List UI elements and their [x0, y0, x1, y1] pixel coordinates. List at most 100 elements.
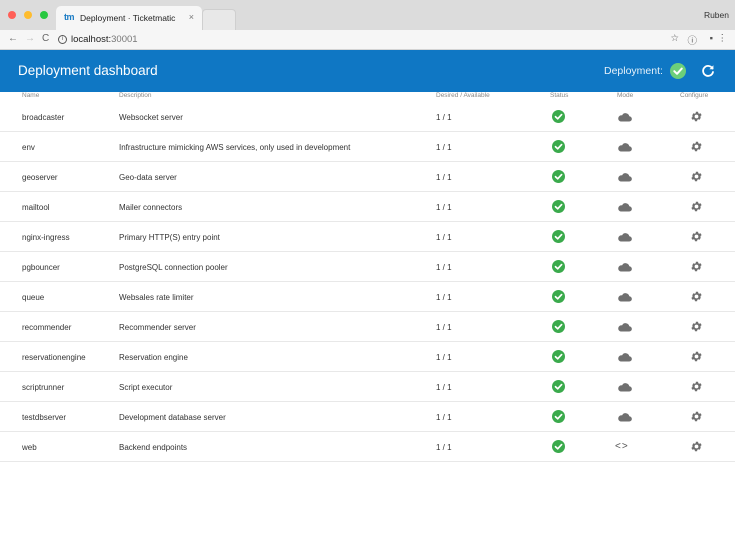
deployment-description: Reservation engine — [119, 353, 188, 362]
gear-icon[interactable] — [690, 140, 703, 153]
table-row: scriptrunner Script executor 1 / 1 — [0, 372, 735, 402]
gear-icon[interactable] — [690, 290, 703, 303]
desired-available: 1 / 1 — [436, 413, 452, 422]
gear-icon[interactable] — [690, 200, 703, 213]
reload-icon[interactable]: C — [42, 33, 49, 44]
deployment-description: Infrastructure mimicking AWS services, o… — [119, 143, 351, 152]
forward-arrow-icon[interactable]: → — [25, 33, 35, 44]
tab-close-icon[interactable]: × — [189, 12, 194, 22]
deployment-description: Websocket server — [119, 113, 183, 122]
header-mode: Mode — [617, 92, 634, 99]
gear-icon[interactable] — [690, 380, 703, 393]
gear-icon[interactable] — [690, 320, 703, 333]
deployment-description: Development database server — [119, 413, 226, 422]
cloud-icon — [618, 113, 632, 122]
status-ok-icon — [552, 260, 565, 273]
cloud-icon — [618, 143, 632, 152]
table-row: nginx-ingress Primary HTTP(S) entry point… — [0, 222, 735, 252]
desired-available: 1 / 1 — [436, 173, 452, 182]
desired-available: 1 / 1 — [436, 353, 452, 362]
cloud-icon — [618, 353, 632, 362]
browser-menu-icon[interactable]: ⋮ — [718, 33, 728, 44]
status-ok-icon — [552, 110, 565, 123]
gear-icon[interactable] — [690, 110, 703, 123]
cloud-icon — [618, 173, 632, 182]
status-ok-icon — [552, 170, 565, 183]
cloud-icon — [618, 413, 632, 422]
refresh-icon[interactable] — [700, 63, 716, 79]
page-title: Deployment dashboard — [18, 63, 158, 78]
status-ok-icon — [552, 380, 565, 393]
extension-icon[interactable]: ▪ — [710, 33, 713, 44]
browser-tab[interactable]: tm Deployment · Ticketmatic × — [56, 6, 202, 30]
new-tab-button[interactable] — [202, 9, 236, 30]
deployment-description: Geo-data server — [119, 173, 177, 182]
deployment-description: Mailer connectors — [119, 203, 183, 212]
gear-icon[interactable] — [690, 230, 703, 243]
desired-available: 1 / 1 — [436, 233, 452, 242]
desired-available: 1 / 1 — [436, 323, 452, 332]
deployment-description: PostgreSQL connection pooler — [119, 263, 228, 272]
status-ok-icon — [552, 440, 565, 453]
deployment-ok-icon — [670, 63, 686, 79]
tab-title: Deployment · Ticketmatic — [80, 13, 176, 23]
deployment-name: env — [22, 143, 35, 152]
header-description: Description — [119, 92, 152, 99]
header-desired-available: Desired / Available — [436, 92, 490, 99]
status-ok-icon — [552, 200, 565, 213]
url-host: localhost: — [71, 34, 112, 45]
table-header: Name Description Desired / Available Sta… — [0, 92, 735, 102]
desired-available: 1 / 1 — [436, 113, 452, 122]
cloud-icon — [618, 323, 632, 332]
address-bar[interactable]: localhost:30001 — [71, 34, 138, 45]
deployment-description: Primary HTTP(S) entry point — [119, 233, 220, 242]
deployment-name: pgbouncer — [22, 263, 60, 272]
deployment-name: reservationengine — [22, 353, 86, 362]
cloud-icon — [618, 293, 632, 302]
deployment-name: broadcaster — [22, 113, 65, 122]
gear-icon[interactable] — [690, 260, 703, 273]
gear-icon[interactable] — [690, 350, 703, 363]
back-arrow-icon[interactable]: ← — [8, 33, 18, 44]
gear-icon[interactable] — [690, 410, 703, 423]
deployment-description: Backend endpoints — [119, 443, 188, 452]
site-info-icon[interactable]: i — [58, 35, 67, 44]
bookmark-star-icon[interactable]: ☆ — [670, 33, 679, 44]
gear-icon[interactable] — [690, 170, 703, 183]
code-icon: <> — [615, 441, 629, 452]
cloud-icon — [618, 383, 632, 392]
table-row: recommender Recommender server 1 / 1 — [0, 312, 735, 342]
minimize-window-button[interactable] — [24, 11, 32, 19]
status-ok-icon — [552, 230, 565, 243]
ticketmatic-logo-icon: tm — [64, 12, 75, 22]
header-name: Name — [22, 92, 40, 99]
deployment-name: testdbserver — [22, 413, 67, 422]
extension-info-icon[interactable]: ⓘ — [687, 33, 697, 47]
table-row: web Backend endpoints 1 / 1 <> — [0, 432, 735, 462]
deployment-description: Script executor — [119, 383, 173, 392]
cloud-icon — [618, 203, 632, 212]
desired-available: 1 / 1 — [436, 293, 452, 302]
header-status: Status — [550, 92, 569, 99]
table-row: pgbouncer PostgreSQL connection pooler 1 /… — [0, 252, 735, 282]
deployment-name: nginx-ingress — [22, 233, 70, 242]
maximize-window-button[interactable] — [40, 11, 48, 19]
browser-tab-bar: tm Deployment · Ticketmatic × Ruben — [0, 0, 735, 30]
table-row: reservationengine Reservation engine 1 / 1 — [0, 342, 735, 372]
cloud-icon — [618, 233, 632, 242]
gear-icon[interactable] — [690, 440, 703, 453]
deployment-description: Recommender server — [119, 323, 196, 332]
status-ok-icon — [552, 350, 565, 363]
profile-name[interactable]: Ruben — [704, 10, 729, 20]
deployment-status-label: Deployment: — [604, 65, 663, 77]
table-row: testdbserver Development database server 1… — [0, 402, 735, 432]
table-row: queue Websales rate limiter 1 / 1 — [0, 282, 735, 312]
deployment-name: recommender — [22, 323, 72, 332]
close-window-button[interactable] — [8, 11, 16, 19]
app-header: Deployment dashboard Deployment: — [0, 50, 735, 92]
deployment-name: geoserver — [22, 173, 58, 182]
deployment-description: Websales rate limiter — [119, 293, 194, 302]
deployment-name: mailtool — [22, 203, 50, 212]
desired-available: 1 / 1 — [436, 263, 452, 272]
url-port: 30001 — [111, 34, 138, 45]
